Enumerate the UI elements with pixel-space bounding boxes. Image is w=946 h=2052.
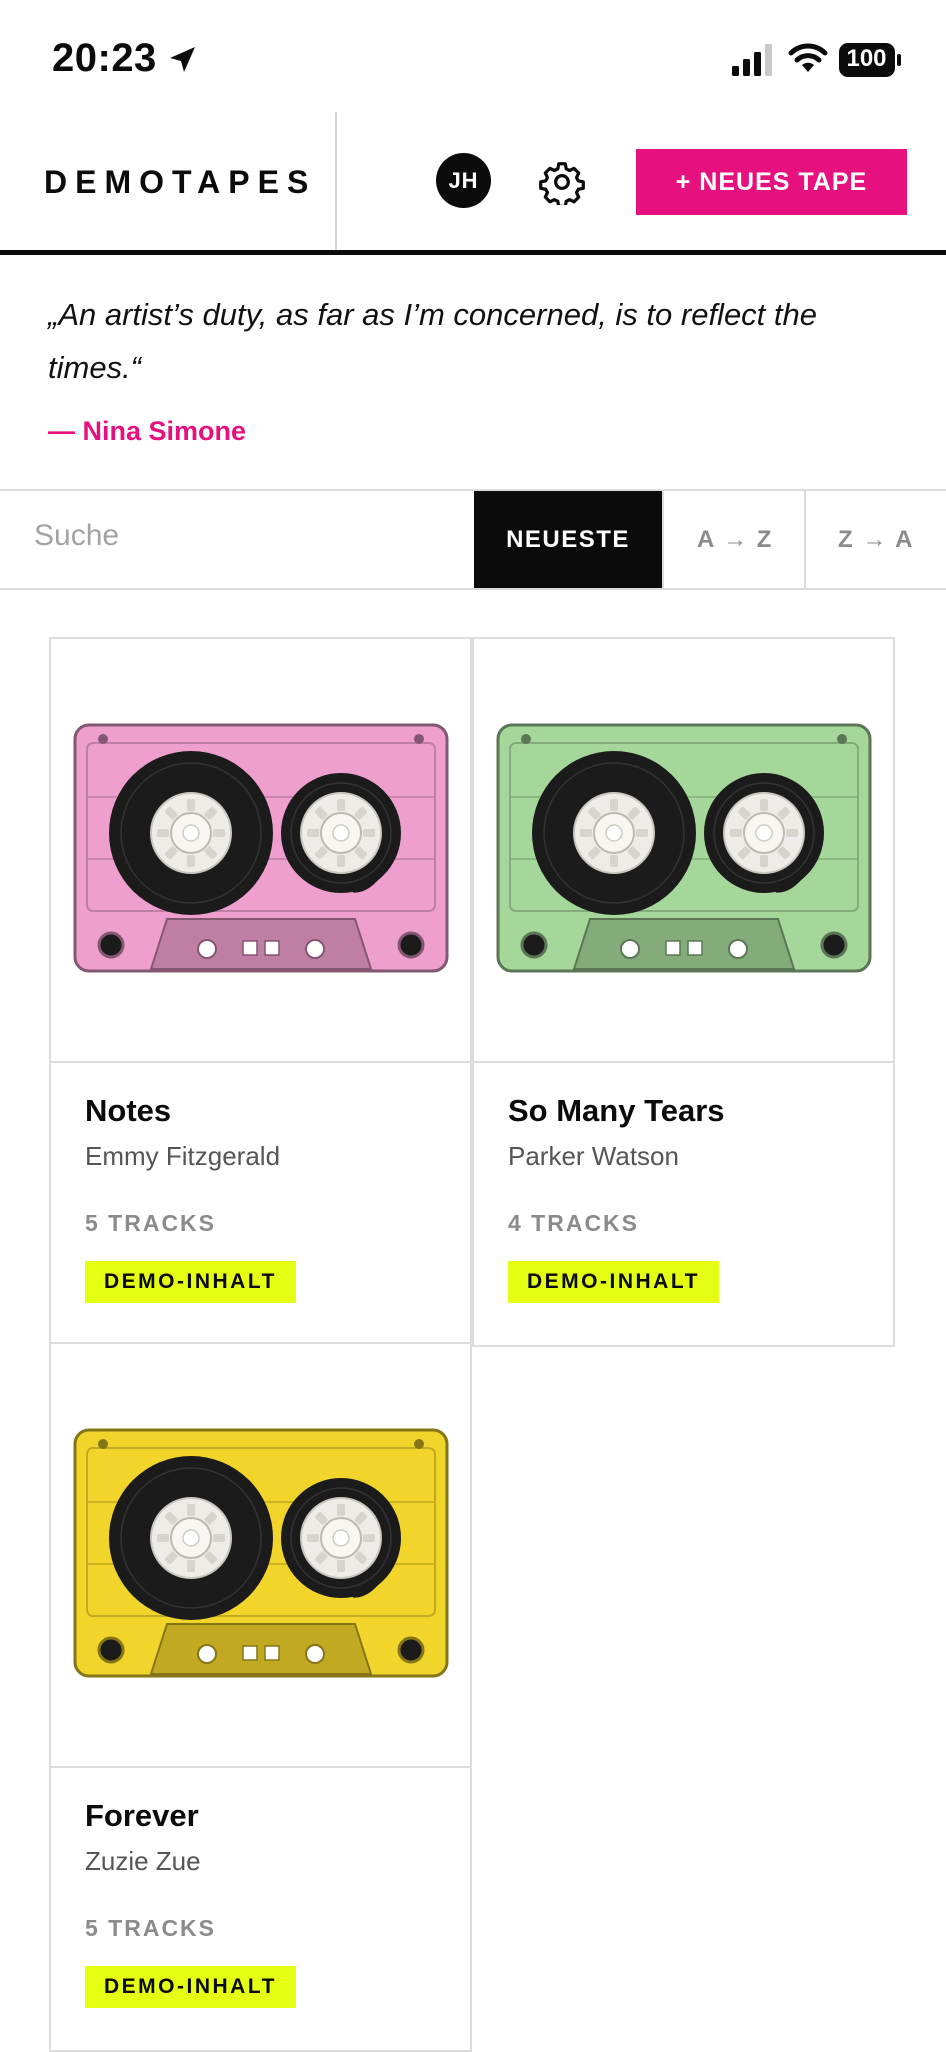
status-time: 20:23 (52, 36, 157, 80)
battery-icon: 100 (838, 42, 902, 78)
tape-card[interactable]: So Many Tears Parker Watson 4 TRACKS DEM… (472, 637, 895, 1347)
app-header: DEMOTAPES JH + NEUES TAPE (0, 112, 946, 255)
tape-title: So Many Tears (508, 1093, 725, 1128)
tape-artist: Parker Watson (508, 1141, 679, 1171)
search-sort-bar: Suche NEUESTE A → Z Z → A (0, 489, 946, 590)
cassette-image (73, 1428, 449, 1678)
demo-badge: DEMO-INHALT (85, 1261, 296, 1303)
tape-cover (474, 639, 893, 1063)
demo-badge: DEMO-INHALT (85, 1966, 296, 2008)
tape-track-count: 5 TRACKS (85, 1210, 217, 1236)
tape-artist: Zuzie Zue (85, 1846, 201, 1876)
sort-newest-button[interactable]: NEUESTE (474, 491, 662, 588)
tape-cover (51, 1344, 470, 1768)
status-bar: 20:23 100 (0, 0, 946, 112)
tape-artist: Emmy Fitzgerald (85, 1141, 281, 1171)
quote-text: „An artist’s duty, as far as I’m concern… (48, 297, 818, 385)
search-input[interactable]: Suche (34, 519, 119, 553)
gear-icon[interactable] (539, 159, 585, 205)
battery-level: 100 (846, 45, 887, 72)
brand-logo[interactable]: DEMOTAPES (44, 164, 316, 201)
wifi-icon (788, 43, 828, 72)
sort-za-button[interactable]: Z → A (804, 491, 946, 588)
new-tape-button[interactable]: + NEUES TAPE (636, 149, 907, 215)
tape-card[interactable]: Forever Zuzie Zue 5 TRACKS DEMO-INHALT (49, 1342, 472, 2052)
tape-cover (51, 639, 470, 1063)
demo-badge: DEMO-INHALT (508, 1261, 719, 1303)
cellular-signal-icon (732, 44, 772, 76)
cassette-image (73, 723, 449, 973)
tape-title: Notes (85, 1093, 172, 1128)
sort-az-button[interactable]: A → Z (662, 491, 806, 588)
tape-card[interactable]: Notes Emmy Fitzgerald 5 TRACKS DEMO-INHA… (49, 637, 472, 1347)
tape-track-count: 4 TRACKS (508, 1210, 640, 1236)
tape-title: Forever (85, 1798, 199, 1833)
user-avatar[interactable]: JH (436, 153, 491, 208)
quote-author: — Nina Simone (48, 416, 247, 446)
header-divider (335, 112, 337, 250)
cassette-image (496, 723, 872, 973)
location-arrow-icon (170, 47, 195, 72)
tape-track-count: 5 TRACKS (85, 1915, 217, 1941)
